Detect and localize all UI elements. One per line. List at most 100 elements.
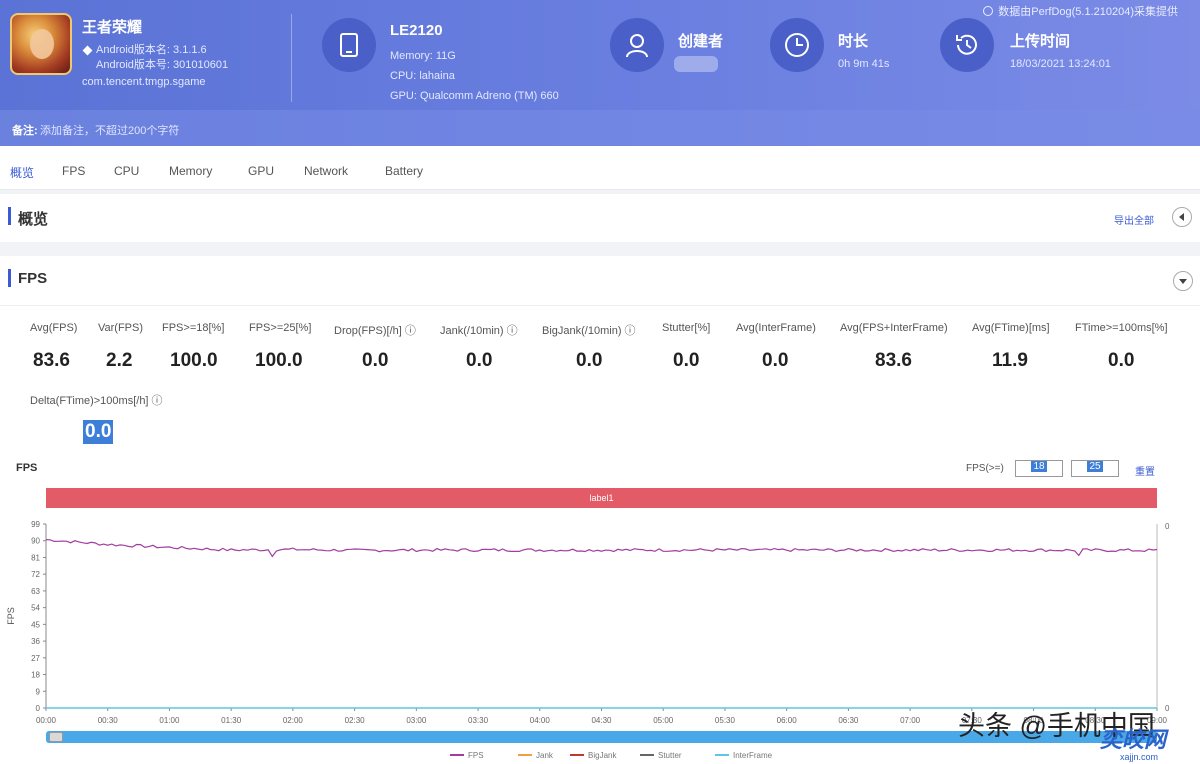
legend-item[interactable]: BigJank [570,751,616,760]
legend-item[interactable]: InterFrame [715,751,772,760]
x-tick-label: 03:00 [406,716,427,725]
metric-value: 0.0 [83,420,114,444]
diamond-icon [82,45,93,56]
x-tick-label: 00:00 [36,716,57,725]
label-bar[interactable]: label1 [46,488,1157,508]
x-tick-label: 01:00 [159,716,180,725]
metric-label: Jank(/10min) ⓘ [440,325,518,337]
x-tick-label: 04:00 [530,716,551,725]
x-tick-label: 07:00 [900,716,921,725]
metric-label: FPS>=18[%] [162,322,225,334]
tab-battery[interactable]: Battery [385,164,423,178]
tab-bar: 概览 FPS CPU Memory GPU Network Battery [0,150,1200,190]
metric-label: FPS>=25[%] [249,322,312,334]
metric-value: 11.9 [992,350,1028,371]
watermark-url: xajjn.com [1120,752,1159,762]
collapse-button[interactable] [1172,207,1192,227]
device-memory: Memory: 11G [390,50,456,62]
legend-item[interactable]: Stutter [640,751,682,760]
metric-value: 100.0 [255,350,303,371]
legend-swatch [450,754,464,756]
legend-swatch [518,754,532,756]
expand-button[interactable] [1173,271,1193,291]
x-tick-label: 05:30 [715,716,736,725]
y-tick-label: 18 [31,671,40,680]
fps-section-title: FPS [18,270,48,287]
user-icon [610,18,664,72]
metric-value: 2.2 [106,350,133,371]
y-tick-label: 9 [36,687,41,696]
tab-fps[interactable]: FPS [62,164,85,178]
y-tick-label: 99 [31,520,40,529]
overview-title: 概览 [18,211,49,228]
metric-value: 0.0 [762,350,789,371]
metric-label: Delta(FTime)>100ms[/h] ⓘ [30,395,163,407]
notes-label: 备注: [12,125,38,137]
x-tick-label: 06:30 [838,716,859,725]
tab-gpu[interactable]: GPU [248,164,274,178]
metric-value: 0.0 [362,350,389,371]
notes-input[interactable]: 添加备注，不超过200个字符 [40,122,179,138]
metric-value: 100.0 [170,350,218,371]
metric-label: Avg(FPS+InterFrame) [840,322,948,334]
metric-label: Stutter[%] [662,322,711,334]
y2-tick-label: 0 [1165,522,1170,531]
legend-label: Jank [536,751,553,760]
y-tick-label: 72 [31,570,40,579]
overview-section: 概览 导出全部 [0,194,1200,242]
y-axis-label: FPS [6,607,16,625]
y-tick-label: 81 [31,553,40,562]
device-gpu: GPU: Qualcomm Adreno (TM) 660 [390,90,559,102]
x-tick-label: 02:00 [283,716,304,725]
reset-link[interactable]: 重置 [1135,463,1155,478]
metric-label: Var(FPS) [98,322,144,334]
fps-section-header: FPS [0,256,1200,306]
section-accent [8,207,11,225]
tab-memory[interactable]: Memory [169,164,212,178]
app-package: com.tencent.tmgp.sgame [82,76,206,88]
clock-icon [770,18,824,72]
app-name: 王者荣耀 [82,19,143,36]
tab-cpu[interactable]: CPU [114,164,139,178]
chart-title: FPS [16,462,38,474]
legend-swatch [640,754,654,756]
x-tick-label: 05:00 [653,716,674,725]
duration-label: 时长 [838,33,869,50]
triangle-left-icon [1179,213,1184,221]
fps-threshold-input-1[interactable]: 18 [1015,460,1063,477]
metric-label: BigJank(/10min) ⓘ [542,325,636,337]
metric-value: 0.0 [466,350,493,371]
y-tick-label: 0 [36,704,41,713]
app-icon [10,13,72,75]
legend-swatch [570,754,584,756]
tab-overview[interactable]: 概览 [10,164,34,181]
legend-swatch [715,754,729,756]
legend-label: Stutter [658,751,682,760]
phone-icon [322,18,376,72]
metric-value: 83.6 [875,350,912,371]
metric-label: Avg(InterFrame) [736,322,816,334]
metric-value: 83.6 [33,350,70,371]
y-tick-label: 90 [31,537,40,546]
android-version-name: Android版本名: 3.1.1.6 [96,44,207,56]
legend-item[interactable]: Jank [518,751,553,760]
metric-label: Avg(FTime)[ms] [972,322,1050,334]
android-version-code: Android版本号: 301010601 [96,59,229,71]
legend-item[interactable]: FPS [450,751,484,760]
upload-label: 上传时间 [1010,33,1071,50]
legend-label: FPS [468,751,484,760]
metric-value: 0.0 [1108,350,1135,371]
triangle-down-icon [1179,279,1187,284]
scroll-handle[interactable] [49,732,63,742]
fps-threshold-input-2[interactable]: 25 [1071,460,1119,477]
creator-label: 创建者 [678,33,724,50]
duration-value: 0h 9m 41s [838,58,890,70]
notes-bar[interactable]: 备注: 添加备注，不超过200个字符 [0,110,1200,146]
export-all-link[interactable]: 导出全部 [1114,212,1154,227]
fps-threshold-label: FPS(>=) [966,463,1004,474]
upload-value: 18/03/2021 13:24:01 [1010,58,1111,70]
tab-network[interactable]: Network [304,164,348,178]
y-tick-label: 54 [31,604,40,613]
info-icon [983,6,994,16]
creator-name [674,56,718,72]
